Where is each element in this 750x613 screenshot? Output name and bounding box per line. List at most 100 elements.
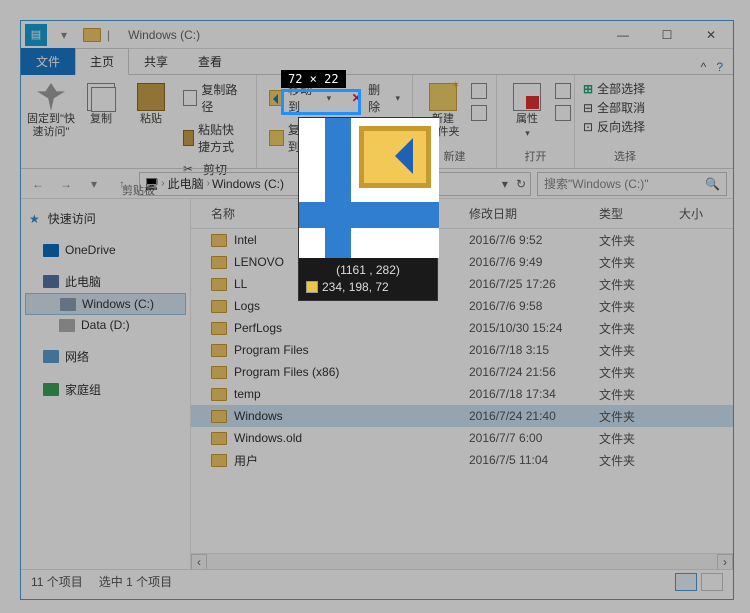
- pin-icon: [37, 83, 65, 111]
- nav-onedrive[interactable]: OneDrive: [25, 240, 186, 260]
- close-button[interactable]: ✕: [689, 21, 733, 49]
- scroll-right-icon[interactable]: ›: [717, 554, 733, 569]
- paste-icon: [137, 83, 165, 111]
- properties-button[interactable]: 属性 ▾: [505, 79, 549, 143]
- folder-icon: [211, 278, 227, 291]
- header-type: 类型: [599, 205, 679, 222]
- nav-drive-c[interactable]: Windows (C:): [25, 293, 186, 315]
- forward-button[interactable]: →: [55, 173, 77, 195]
- folder-icon: [211, 432, 227, 445]
- ribbon-group-select: ⊞全部选择 ⊟全部取消 ⊡反向选择 选择: [575, 75, 675, 168]
- copy-icon: [87, 83, 115, 111]
- selectnone-icon: ⊟: [583, 101, 593, 115]
- collapse-ribbon-icon[interactable]: ^: [701, 60, 707, 74]
- status-count: 11 个项目: [31, 573, 83, 590]
- file-row[interactable]: temp2016/7/18 17:34文件夹: [191, 383, 733, 405]
- magnifier-tooltip: (1161 , 282) 234, 198, 72: [298, 117, 438, 301]
- folder-icon: [83, 28, 101, 42]
- file-row[interactable]: Logs2016/7/6 9:58文件夹: [191, 295, 733, 317]
- open-icon[interactable]: [555, 83, 571, 99]
- newitem-icon[interactable]: [471, 83, 487, 99]
- pin-button[interactable]: 固定到"快 速访问": [29, 79, 73, 143]
- folder-icon: [211, 322, 227, 335]
- file-row[interactable]: PerfLogs2015/10/30 15:24文件夹: [191, 317, 733, 339]
- magnifier-rgb: 234, 198, 72: [322, 280, 389, 294]
- qat-dropdown-icon[interactable]: ▾: [57, 28, 71, 42]
- ribbon-tabs: 文件 主页 共享 查看 ^ ?: [21, 49, 733, 75]
- file-row[interactable]: 用户2016/7/5 11:04文件夹: [191, 449, 733, 471]
- header-size: 大小: [679, 205, 733, 222]
- folder-icon: [211, 410, 227, 423]
- file-list: 名称 修改日期 类型 大小 Intel2016/7/6 9:52文件夹LENOV…: [191, 199, 733, 569]
- column-headers[interactable]: 名称 修改日期 类型 大小: [191, 199, 733, 229]
- edit-icon[interactable]: [555, 105, 571, 121]
- copypath-button[interactable]: 复制路径: [179, 79, 248, 117]
- tab-share[interactable]: 共享: [129, 48, 183, 75]
- chevron-down-icon: ▾: [525, 128, 530, 139]
- back-button[interactable]: ←: [27, 173, 49, 195]
- horizontal-scrollbar[interactable]: ‹ ›: [191, 553, 733, 569]
- folder-icon: [211, 388, 227, 401]
- tab-file[interactable]: 文件: [21, 48, 75, 75]
- drive-icon: [60, 298, 76, 311]
- nav-drive-d[interactable]: Data (D:): [25, 315, 186, 335]
- folder-icon: [211, 234, 227, 247]
- homegroup-icon: [43, 383, 59, 396]
- properties-icon: [513, 83, 541, 111]
- tab-view[interactable]: 查看: [183, 48, 237, 75]
- nav-network[interactable]: 网络: [25, 345, 186, 368]
- color-swatch: [306, 281, 318, 293]
- explorer-window: ▤ ▾ | Windows (C:) — ☐ ✕ 文件 主页 共享 查看 ^ ?: [20, 20, 734, 600]
- invert-icon: ⊡: [583, 120, 593, 134]
- file-row[interactable]: Windows.old2016/7/7 6:00文件夹: [191, 427, 733, 449]
- copy-button[interactable]: 复制: [79, 79, 123, 130]
- selectnone-button[interactable]: ⊟全部取消: [583, 98, 645, 117]
- ribbon-group-open: 属性 ▾ 打开: [497, 75, 575, 168]
- selectall-button[interactable]: ⊞全部选择: [583, 79, 645, 98]
- folder-icon: [211, 454, 227, 467]
- scroll-left-icon[interactable]: ‹: [191, 554, 207, 569]
- check-icon: ⊞: [583, 82, 593, 96]
- search-input[interactable]: 搜索"Windows (C:)" 🔍: [537, 172, 727, 196]
- paste-button[interactable]: 粘贴: [129, 79, 173, 130]
- search-icon: 🔍: [705, 177, 720, 191]
- file-row[interactable]: Windows2016/7/24 21:40文件夹: [191, 405, 733, 427]
- header-date: 修改日期: [469, 205, 599, 222]
- quick-access-toolbar: ▤ ▾ |: [21, 24, 114, 46]
- crumb-drive: Windows (C:): [212, 177, 284, 191]
- app-icon: ▤: [25, 24, 47, 46]
- file-row[interactable]: Program Files2016/7/18 3:15文件夹: [191, 339, 733, 361]
- up-button[interactable]: ↑: [111, 173, 133, 195]
- invert-button[interactable]: ⊡反向选择: [583, 117, 645, 136]
- recent-dropdown[interactable]: ▾: [83, 173, 105, 195]
- view-icons-button[interactable]: [701, 573, 723, 591]
- file-row[interactable]: Program Files (x86)2016/7/24 21:56文件夹: [191, 361, 733, 383]
- dimension-badge: 72 × 22: [281, 70, 346, 88]
- folder-icon: [211, 366, 227, 379]
- navigation-pane: 快速访问 OneDrive 此电脑 Windows (C:) Data (D:)…: [21, 199, 191, 569]
- folder-icon: [211, 256, 227, 269]
- onedrive-icon: [43, 244, 59, 257]
- refresh-icon[interactable]: ↻: [516, 177, 526, 191]
- help-icon[interactable]: ?: [716, 60, 723, 74]
- nav-thispc[interactable]: 此电脑: [25, 270, 186, 293]
- tab-home[interactable]: 主页: [75, 48, 129, 75]
- minimize-button[interactable]: —: [601, 21, 645, 49]
- nav-quickaccess[interactable]: 快速访问: [25, 207, 186, 230]
- chevron-down-icon[interactable]: ▾: [502, 177, 508, 191]
- newfolder-icon: [429, 83, 457, 111]
- pc-icon: [43, 275, 59, 288]
- window-title: Windows (C:): [128, 28, 200, 42]
- maximize-button[interactable]: ☐: [645, 21, 689, 49]
- pasteshortcut-icon: [183, 130, 194, 146]
- file-row[interactable]: LENOVO2016/7/6 9:49文件夹: [191, 251, 733, 273]
- file-row[interactable]: LL2016/7/25 17:26文件夹: [191, 273, 733, 295]
- selection-highlight: [281, 89, 361, 115]
- view-details-button[interactable]: [675, 573, 697, 591]
- pasteshortcut-button[interactable]: 粘贴快捷方式: [179, 119, 248, 157]
- crumb-thispc: 此电脑: [168, 175, 204, 192]
- drive-icon: [59, 319, 75, 332]
- easyaccess-icon[interactable]: [471, 105, 487, 121]
- nav-homegroup[interactable]: 家庭组: [25, 378, 186, 401]
- file-row[interactable]: Intel2016/7/6 9:52文件夹: [191, 229, 733, 251]
